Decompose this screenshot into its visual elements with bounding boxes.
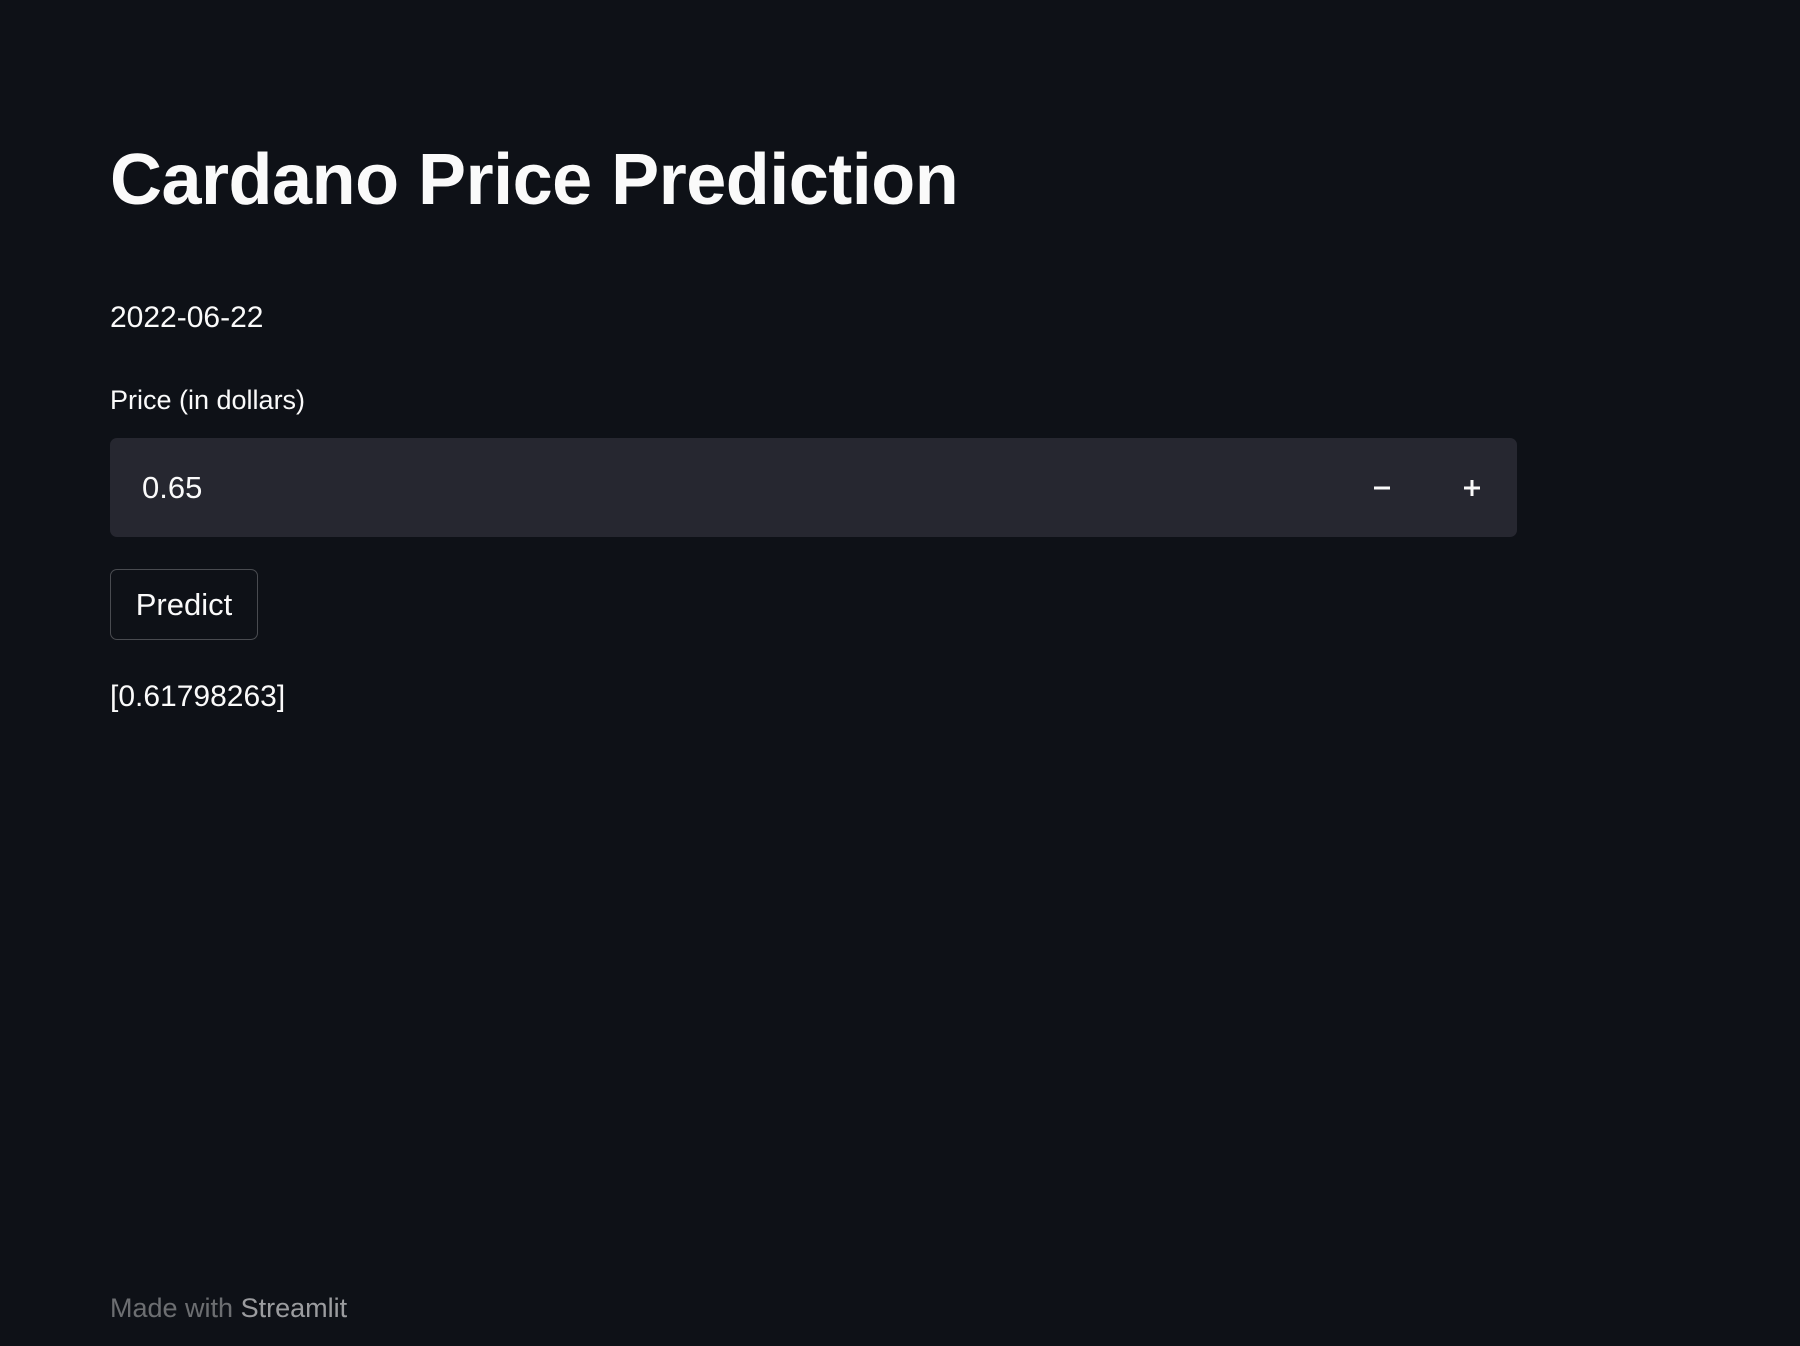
predict-button[interactable]: Predict [110, 569, 258, 640]
streamlit-link[interactable]: Streamlit [241, 1293, 348, 1323]
price-field-label: Price (in dollars) [110, 385, 306, 415]
price-input[interactable]: 0.65 [110, 470, 1337, 506]
decrement-button[interactable] [1337, 438, 1427, 537]
price-number-input: 0.65 [110, 438, 1517, 537]
page-title: Cardano Price Prediction [110, 140, 959, 220]
minus-icon [1374, 486, 1390, 489]
app-page: Cardano Price Prediction 2022-06-22 Pric… [0, 0, 1800, 1346]
prediction-result: [0.61798263] [110, 680, 286, 713]
date-text: 2022-06-22 [110, 301, 264, 334]
footer: Made with Streamlit [110, 1290, 347, 1326]
footer-prefix: Made with [110, 1293, 241, 1323]
increment-button[interactable] [1427, 438, 1517, 537]
plus-icon [1464, 479, 1480, 496]
